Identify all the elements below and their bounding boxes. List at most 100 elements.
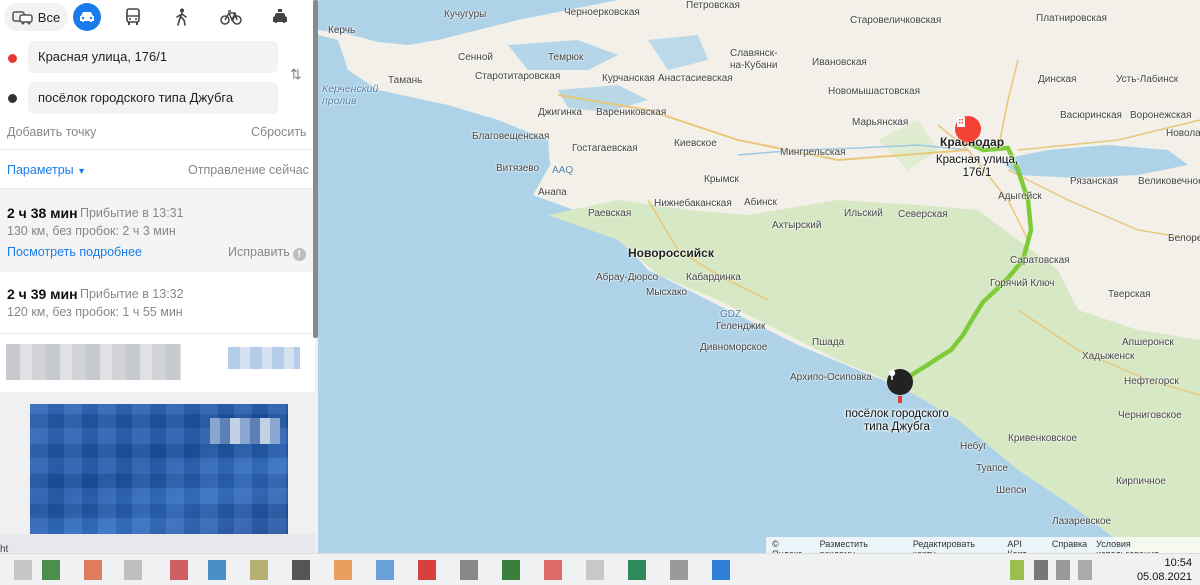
map-label: Апшеронск: [1122, 337, 1174, 348]
route-option-1[interactable]: 2 ч 38 мин Прибытие в 13:31 130 км, без …: [0, 189, 315, 272]
tray-icon[interactable]: [1078, 560, 1092, 580]
map-label: Анапа: [538, 187, 567, 198]
map-label: Нижнебаканская: [654, 198, 732, 209]
exclamation-icon: !: [292, 248, 306, 261]
add-point-link[interactable]: Добавить точку: [7, 125, 96, 139]
car-bus-icon: [12, 11, 33, 25]
map-label: Мингрельская: [780, 147, 846, 158]
taskbar-app-icon[interactable]: [250, 560, 268, 580]
airport-code: GDZ: [720, 309, 742, 320]
map-label: Джигинка: [538, 107, 582, 118]
taskbar-app-icon[interactable]: [586, 560, 604, 580]
route-fix-label: Исправить: [228, 245, 290, 259]
taskbar-app-icon[interactable]: [124, 560, 142, 580]
map-label: Благовещенская: [472, 131, 550, 142]
map-label: Ахтырский: [772, 220, 822, 231]
map-label: Ильский: [844, 208, 883, 219]
map-label: Динская: [1038, 74, 1077, 85]
taskbar-app-icon[interactable]: [42, 560, 60, 580]
map-label: Петровская: [686, 0, 740, 11]
taskbar-app-icon[interactable]: [460, 560, 478, 580]
route-panel: Все Красная улица, 176/1 посёлок городск…: [0, 0, 315, 585]
map-label: Раевская: [588, 208, 632, 219]
mode-all-button[interactable]: Все: [4, 3, 68, 31]
chevron-down-icon: ▼: [77, 166, 87, 176]
car-icon: [80, 12, 94, 22]
end-pin[interactable]: [887, 369, 913, 395]
map-view[interactable]: Керчь Кучугуры Черноерковская Петровская…: [318, 0, 1200, 553]
footer-link[interactable]: Редактировать карту: [913, 539, 999, 553]
map-label: Тверская: [1108, 289, 1151, 300]
taskbar-app-icon[interactable]: [670, 560, 688, 580]
taskbar-app-icon[interactable]: [292, 560, 310, 580]
tray-icon[interactable]: [1056, 560, 1070, 580]
taskbar-app-icon[interactable]: [544, 560, 562, 580]
mode-taxi-button[interactable]: [258, 3, 302, 31]
mode-bus-button[interactable]: [111, 3, 155, 31]
map-label: Новолабинская: [1166, 128, 1200, 139]
tray-icon[interactable]: [1034, 560, 1048, 580]
route-arrival: Прибытие в 13:31: [80, 206, 184, 220]
route-arrival: Прибытие в 13:32: [80, 287, 184, 301]
map-label: Керчь: [328, 25, 356, 36]
footer-link[interactable]: Справка: [1052, 539, 1087, 551]
end-pin-stem: [898, 396, 902, 403]
taskbar-app-icon[interactable]: [14, 560, 32, 580]
copyright-text: © Яндекс: [772, 539, 802, 553]
map-label: Северская: [898, 209, 948, 220]
taskbar-app-icon[interactable]: [502, 560, 520, 580]
route-details-link[interactable]: Посмотреть подробнее: [7, 245, 142, 259]
bike-icon: [220, 10, 242, 25]
taskbar-app-icon[interactable]: [334, 560, 352, 580]
params-dropdown[interactable]: Параметры ▼: [7, 163, 86, 177]
route-option-2[interactable]: 2 ч 39 мин Прибытие в 13:32 120 км, без …: [0, 272, 315, 332]
mode-bike-button[interactable]: [209, 3, 253, 31]
taskbar-app-icon[interactable]: [628, 560, 646, 580]
footer-link[interactable]: Разместить рекламу: [820, 539, 904, 553]
clock-time: 10:54: [1164, 557, 1192, 569]
mode-walk-button[interactable]: [160, 3, 204, 31]
taskbar-app-icon[interactable]: [208, 560, 226, 580]
footer-link[interactable]: API Карт: [1007, 539, 1042, 553]
map-label: Темрюк: [548, 52, 584, 63]
params-label: Параметры: [7, 163, 74, 177]
map-label: Пшада: [812, 337, 845, 348]
footer-link[interactable]: Условия использования: [1096, 539, 1194, 553]
taskbar-app-icon[interactable]: [170, 560, 188, 580]
map-label: Абрау-Дюрсо: [596, 272, 659, 283]
map-label-city: Новороссийск: [628, 246, 714, 260]
taskbar-app-icon[interactable]: [376, 560, 394, 580]
map-label: Кривенковское: [1008, 433, 1078, 444]
map-label: Крымск: [704, 174, 739, 185]
location-marker-icon: [888, 369, 896, 380]
map-label: Великовечное: [1138, 176, 1200, 187]
taskbar-app-icon[interactable]: [712, 560, 730, 580]
reset-link[interactable]: Сбросить: [251, 125, 307, 139]
mode-car-button[interactable]: [73, 3, 101, 31]
map-label: Гостагаевская: [572, 143, 638, 154]
map-label: Ивановская: [812, 57, 867, 68]
map-label: Кабардинка: [686, 272, 741, 283]
swap-route-icon[interactable]: ⇅: [290, 66, 302, 83]
route-from-input[interactable]: Красная улица, 176/1: [28, 41, 278, 73]
start-pin[interactable]: [955, 116, 981, 142]
map-label: Лазаревское: [1052, 516, 1112, 527]
route-fix-link[interactable]: Исправить!: [228, 245, 306, 261]
map-label: Анастасиевская: [658, 73, 733, 84]
departure-link[interactable]: Отправление сейчас: [188, 163, 309, 177]
map-label: Мысхако: [646, 287, 688, 298]
clock[interactable]: 10:54 05.08.2021: [1137, 556, 1192, 584]
taskbar: ht 10:54 05.08.2021: [0, 544, 1200, 585]
start-pin-label: Красная улица, 176/1: [935, 154, 1019, 179]
taskbar-app-icon[interactable]: [84, 560, 102, 580]
tray-icon[interactable]: [1010, 560, 1024, 580]
map-label: Туапсе: [976, 463, 1008, 474]
route-duration: 2 ч 38 мин: [7, 205, 78, 221]
map-label: Старотитаровская: [475, 71, 561, 82]
building-icon: [957, 117, 965, 127]
taskbar-app-icon[interactable]: [418, 560, 436, 580]
map-label: Геленджик: [716, 321, 766, 332]
map-label: Кучугуры: [444, 9, 487, 20]
map-label: Небуг: [960, 441, 987, 452]
route-to-input[interactable]: посёлок городского типа Джубга: [28, 82, 278, 114]
